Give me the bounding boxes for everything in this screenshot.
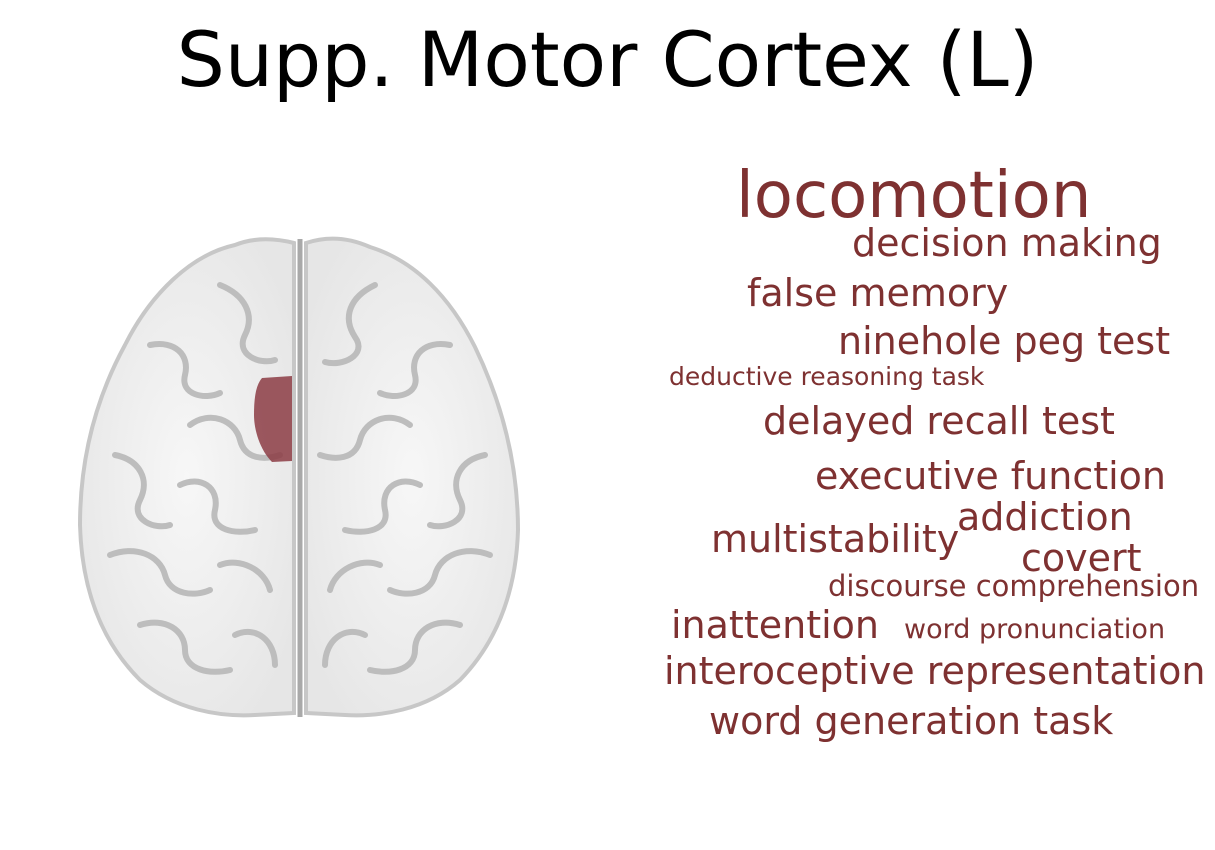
term-word-cloud: locomotion decision making false memory … bbox=[650, 150, 1210, 770]
term-interoceptive-representation: interoceptive representation bbox=[664, 649, 1206, 693]
term-word-pronunciation: word pronunciation bbox=[904, 614, 1166, 645]
term-decision-making: decision making bbox=[852, 221, 1162, 265]
term-word-generation-task: word generation task bbox=[709, 699, 1114, 743]
term-executive-function: executive function bbox=[815, 454, 1167, 498]
brain-illustration bbox=[77, 236, 521, 718]
term-locomotion: locomotion bbox=[736, 159, 1092, 233]
term-discourse-comprehension: discourse comprehension bbox=[828, 569, 1200, 603]
term-ninehole-peg-test: ninehole peg test bbox=[838, 319, 1171, 363]
term-false-memory: false memory bbox=[747, 271, 1009, 315]
term-addiction: addiction bbox=[957, 495, 1133, 539]
term-multistability: multistability bbox=[711, 517, 960, 561]
right-hemisphere bbox=[304, 236, 521, 718]
term-inattention: inattention bbox=[671, 603, 879, 647]
term-deductive-reasoning-task: deductive reasoning task bbox=[669, 362, 985, 391]
term-delayed-recall-test: delayed recall test bbox=[763, 399, 1115, 443]
brain-axial-view bbox=[70, 225, 530, 725]
figure-title: Supp. Motor Cortex (L) bbox=[176, 15, 1039, 104]
